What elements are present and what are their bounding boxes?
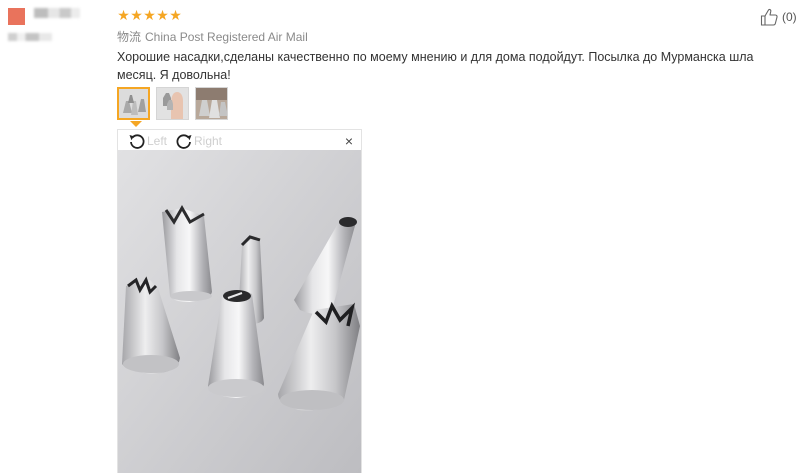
rotate-right-icon (176, 134, 192, 149)
rotate-right-button[interactable]: Right (175, 132, 222, 150)
reviewer-name-blurred (34, 8, 80, 18)
star-icon: ★ (117, 7, 130, 23)
shipping-method: China Post Registered Air Mail (145, 30, 308, 44)
star-icon: ★ (130, 7, 143, 23)
avatar (8, 8, 25, 25)
star-icon: ★ (169, 7, 182, 23)
thumbs-up-icon (760, 8, 778, 26)
thumbnail-hand-with-tips[interactable] (156, 87, 189, 120)
shipping-info: 物流 China Post Registered Air Mail (117, 28, 308, 45)
star-rating: ★ ★ ★ ★ ★ (117, 7, 182, 23)
shipping-label: 物流 (117, 30, 142, 44)
rotate-left-icon (129, 134, 145, 149)
thumbnail-image (157, 88, 188, 119)
review-thumbnails (117, 87, 228, 120)
thumbnail-image (119, 89, 148, 118)
close-icon[interactable]: × (345, 133, 353, 149)
thumbnail-image (196, 88, 227, 119)
thumbnail-piping-tips[interactable] (117, 87, 150, 120)
helpful-button[interactable]: (0) (760, 8, 797, 26)
reviewer-country-blurred (8, 33, 52, 41)
viewer-toolbar: Left Right × (118, 130, 361, 152)
rotate-right-label: Right (194, 134, 223, 148)
image-viewer: Left Right × (117, 129, 362, 473)
thumbnail-tips-closeup[interactable] (195, 87, 228, 120)
rotate-left-label: Left (147, 134, 168, 148)
star-icon: ★ (156, 7, 169, 23)
star-icon: ★ (143, 7, 156, 23)
review-photo (118, 150, 361, 473)
active-thumbnail-pointer (130, 121, 142, 127)
review-text: Хорошие насадки,сделаны качественно по м… (117, 50, 754, 82)
rotate-left-button[interactable]: Left (128, 132, 167, 150)
helpful-count: (0) (782, 10, 797, 24)
